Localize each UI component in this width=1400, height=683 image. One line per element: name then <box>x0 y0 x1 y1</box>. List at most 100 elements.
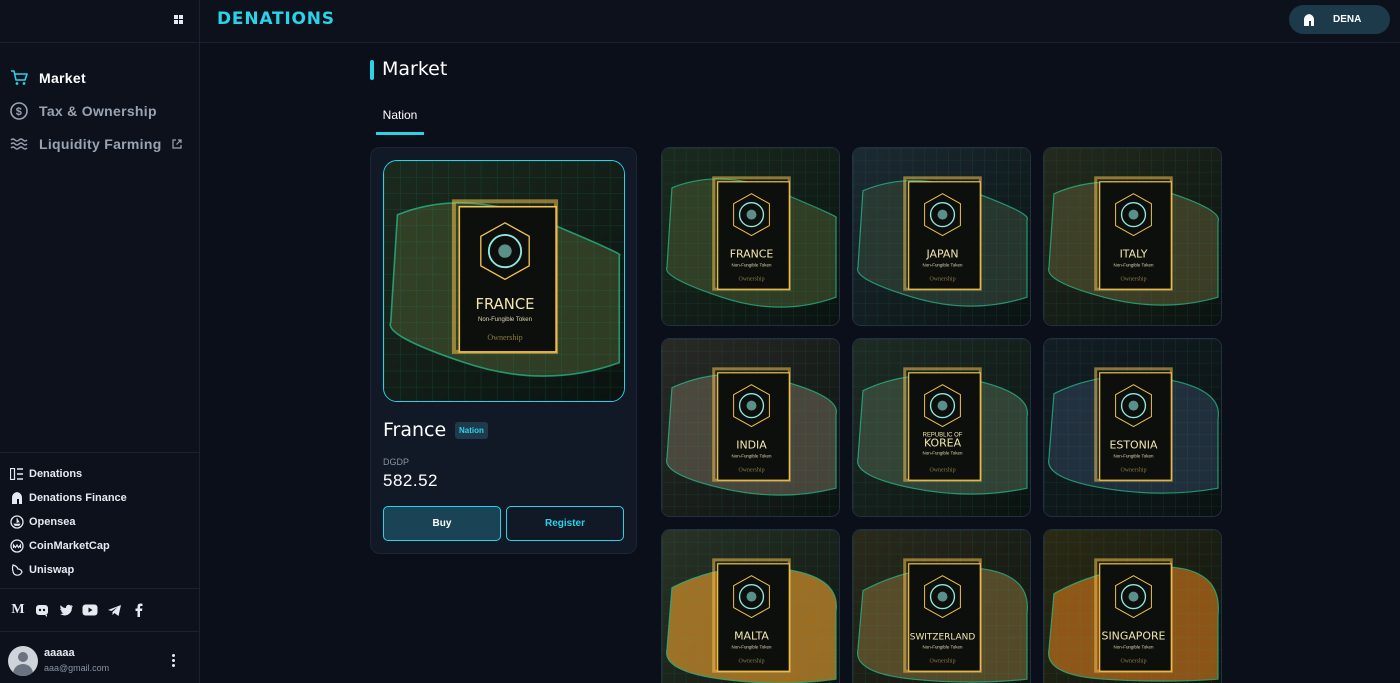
social-links: M <box>0 588 199 632</box>
waves-icon <box>10 135 28 153</box>
tab-nation[interactable]: Nation <box>376 108 424 135</box>
nft-ownership-script: Ownership <box>487 333 522 342</box>
sidebar-header <box>0 0 199 43</box>
svg-text:$: $ <box>16 106 22 118</box>
user-email: aaa@gmail.com <box>44 663 110 673</box>
link-uniswap[interactable]: Uniswap <box>0 558 199 582</box>
nft-subtitle: Non-Fungible Token <box>923 262 963 267</box>
nft-country-name: SINGAPORE <box>1102 629 1166 642</box>
nation-card-korea[interactable]: REPUBLIC OF KOREA Non-Fungible Token Owners… <box>852 338 1031 517</box>
nft-ownership-script: Ownership <box>929 276 955 282</box>
nation-card-japan[interactable]: JAPAN Non-Fungible Token Ownership <box>852 147 1031 326</box>
nft-subtitle: Non-Fungible Token <box>923 644 963 649</box>
nft-preview-image: FRANCE Non-Fungible Token Ownership <box>383 160 625 402</box>
nft-artwork: SINGAPORE Non-Fungible Token Ownership <box>1044 530 1221 683</box>
sidebar-item-label: Liquidity Farming <box>39 135 162 152</box>
facebook-icon[interactable] <box>130 602 146 618</box>
link-denations[interactable]: Denations <box>0 462 199 486</box>
app-logo[interactable]: DENATIONS <box>217 9 335 29</box>
nft-artwork: INDIA Non-Fungible Token Ownership <box>662 339 839 516</box>
link-label: CoinMarketCap <box>29 540 110 552</box>
nation-card-estonia[interactable]: ESTONIA Non-Fungible Token Ownership <box>1043 338 1222 517</box>
nation-card-switzerland[interactable]: SWITZERLAND Non-Fungible Token Ownership <box>852 529 1031 683</box>
nft-country-name: ESTONIA <box>1110 438 1158 451</box>
external-link-icon <box>171 136 182 152</box>
nation-card-malta[interactable]: MALTA Non-Fungible Token Ownership <box>661 529 840 683</box>
nft-subtitle: Non-Fungible Token <box>478 317 532 323</box>
nft-ownership-script: Ownership <box>738 276 764 282</box>
uniswap-icon <box>10 563 24 577</box>
nft-artwork: SWITZERLAND Non-Fungible Token Ownership <box>853 530 1030 683</box>
nation-card-india[interactable]: INDIA Non-Fungible Token Ownership <box>661 338 840 517</box>
sidebar-item-label: Tax & Ownership <box>39 102 157 119</box>
sidebar-item-tax-ownership[interactable]: $ Tax & Ownership <box>0 94 199 127</box>
link-denations-finance[interactable]: Denations Finance <box>0 486 199 510</box>
opensea-icon <box>10 515 24 529</box>
more-options-icon[interactable] <box>172 654 176 667</box>
nft-subtitle: Non-Fungible Token <box>1114 453 1154 458</box>
link-label: Opensea <box>29 516 76 528</box>
nation-card-france[interactable]: FRANCE Non-Fungible Token Ownership <box>661 147 840 326</box>
nation-card-italy[interactable]: ITALY Non-Fungible Token Ownership <box>1043 147 1222 326</box>
sidebar-item-liquidity-farming[interactable]: Liquidity Farming <box>0 127 199 160</box>
nft-country-name: MALTA <box>734 629 769 642</box>
category-badge: Nation <box>455 422 488 439</box>
nft-country-name: SWITZERLAND <box>910 632 976 642</box>
link-coinmarketcap[interactable]: CoinMarketCap <box>0 534 199 558</box>
nft-artwork: MALTA Non-Fungible Token Ownership <box>662 530 839 683</box>
sidebar-item-market[interactable]: Market <box>0 61 199 94</box>
nft-artwork: REPUBLIC OFKOREANon-Fungible TokenOwners… <box>853 339 1030 516</box>
nft-ownership-script: Ownership <box>929 467 955 473</box>
link-opensea[interactable]: Opensea <box>0 510 199 534</box>
nft-artwork: JAPAN Non-Fungible Token Ownership <box>853 148 1030 325</box>
nation-detail-card: FRANCE Non-Fungible Token Ownership France… <box>370 147 637 554</box>
nft-country-name: KOREA <box>924 436 962 449</box>
nft-subtitle: Non-Fungible Token <box>923 450 963 455</box>
user-profile[interactable]: aaaaa aaa@gmail.com <box>0 640 199 683</box>
sidebar-nav: Market $ Tax & Ownership Liquidity Farmi… <box>0 43 199 160</box>
nft-ownership-script: Ownership <box>738 467 764 473</box>
page-title: Market <box>382 58 448 80</box>
link-label: Denations <box>29 468 83 480</box>
nft-artwork: ESTONIA Non-Fungible Token Ownership <box>1044 339 1221 516</box>
nft-subtitle: Non-Fungible Token <box>732 453 772 458</box>
link-label: Denations Finance <box>29 492 127 504</box>
youtube-icon[interactable] <box>82 602 98 618</box>
coinmarketcap-icon <box>10 539 24 553</box>
nft-artwork: FRANCE Non-Fungible Token Ownership <box>384 161 624 401</box>
sidebar-links: Denations Denations Finance Opensea Coin… <box>0 452 199 582</box>
nation-card-singapore[interactable]: SINGAPORE Non-Fungible Token Ownership <box>1043 529 1222 683</box>
nft-artwork: ITALY Non-Fungible Token Ownership <box>1044 148 1221 325</box>
sidebar-item-label: Market <box>39 69 86 86</box>
nft-country-name: JAPAN <box>925 247 958 260</box>
nft-country-name: FRANCE <box>730 247 774 260</box>
cart-icon <box>10 69 28 87</box>
register-button[interactable]: Register <box>506 506 624 541</box>
medium-icon[interactable]: M <box>10 602 26 618</box>
dena-token-button[interactable]: DENA <box>1289 5 1390 34</box>
app-root: Market $ Tax & Ownership Liquidity Farmi… <box>0 0 1400 683</box>
discord-icon[interactable] <box>34 602 50 618</box>
metric-label: DGDP <box>383 457 410 467</box>
title-accent-bar <box>370 60 374 80</box>
nft-subtitle: Non-Fungible Token <box>1114 262 1154 267</box>
nft-artwork: FRANCE Non-Fungible Token Ownership <box>662 148 839 325</box>
nft-ownership-script: Ownership <box>1120 658 1146 664</box>
metric-value: 582.52 <box>383 471 438 490</box>
twitter-icon[interactable] <box>58 602 74 618</box>
avatar <box>8 646 38 676</box>
buy-button[interactable]: Buy <box>383 506 501 541</box>
telegram-icon[interactable] <box>106 602 122 618</box>
nft-country-name: INDIA <box>736 438 767 451</box>
nation-name: France <box>383 419 447 441</box>
sidebar: Market $ Tax & Ownership Liquidity Farmi… <box>0 0 200 683</box>
user-name: aaaaa <box>44 647 75 659</box>
nft-subtitle: Non-Fungible Token <box>732 262 772 267</box>
token-label: DENA <box>1333 14 1362 25</box>
dollar-circle-icon: $ <box>10 101 28 120</box>
apps-grid-icon[interactable] <box>174 15 183 24</box>
spartan-helmet-icon <box>10 491 24 505</box>
nft-ownership-script: Ownership <box>929 658 955 664</box>
nft-country-name: ITALY <box>1120 247 1148 260</box>
nft-country-name: FRANCE <box>476 296 535 313</box>
